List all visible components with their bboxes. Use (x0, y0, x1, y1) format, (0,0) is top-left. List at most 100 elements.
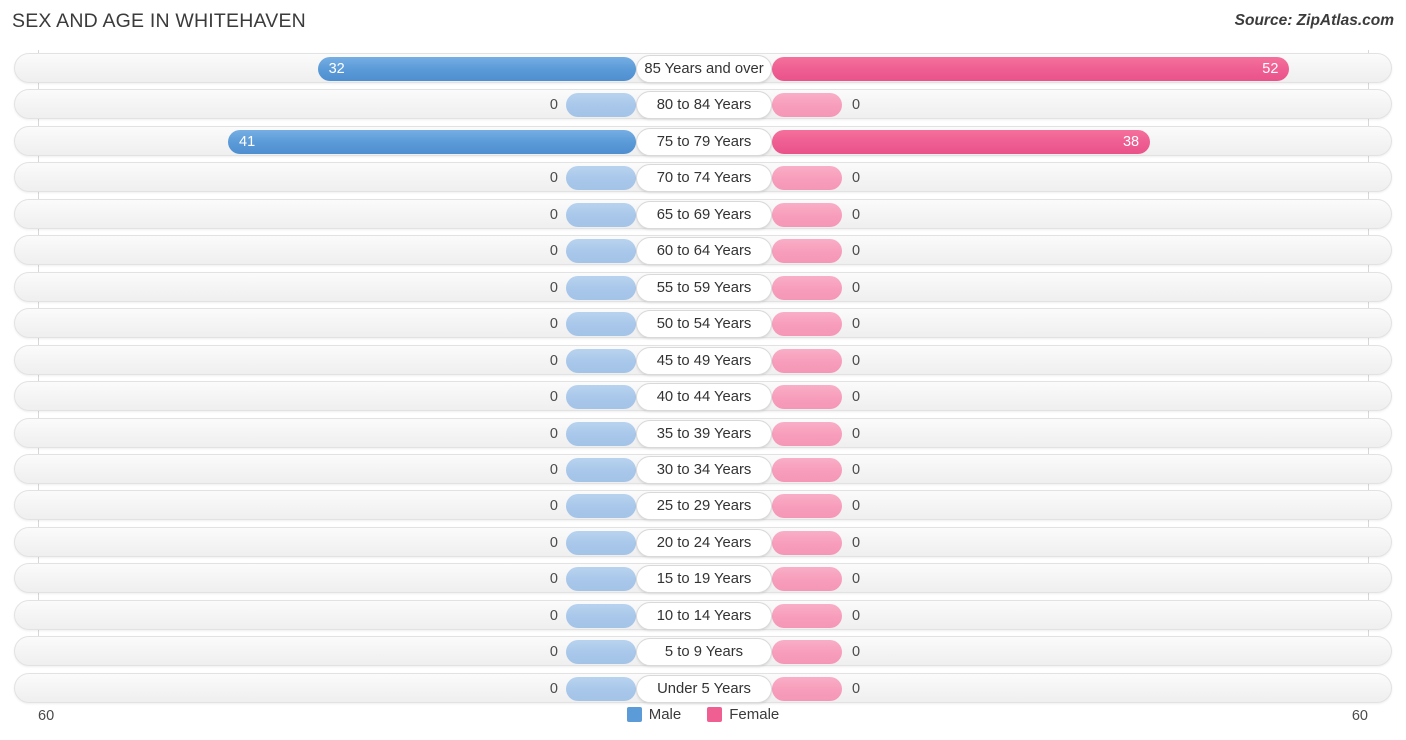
female-bar[interactable] (772, 93, 842, 118)
female-bar[interactable]: 38 (772, 129, 1151, 154)
legend-label-female: Female (729, 706, 780, 723)
female-bar[interactable] (772, 457, 842, 482)
age-group-label: 30 to 34 Years (636, 455, 772, 484)
male-bar[interactable] (566, 202, 636, 227)
female-value-label: 0 (852, 206, 861, 223)
male-value-label: 0 (549, 279, 558, 296)
male-value-label: 0 (549, 680, 558, 697)
male-value-label: 0 (549, 243, 558, 260)
age-group-label: 5 to 9 Years (636, 638, 772, 667)
male-bar[interactable] (566, 385, 636, 410)
female-bar[interactable] (772, 530, 842, 555)
male-bar[interactable] (566, 676, 636, 701)
table-row: 0 0 25 to 29 Years (14, 490, 1392, 521)
female-value-label: 0 (852, 316, 861, 333)
male-value-label: 41 (239, 133, 256, 150)
legend-item-female[interactable]: Female (707, 706, 779, 723)
female-bar[interactable] (772, 640, 842, 665)
female-value-label: 0 (852, 534, 861, 551)
female-bar[interactable] (772, 239, 842, 264)
female-value-label: 0 (852, 607, 861, 624)
male-value-label: 0 (549, 534, 558, 551)
table-row: 0 0 5 to 9 Years (14, 636, 1392, 667)
table-row: 0 0 55 to 59 Years (14, 271, 1392, 302)
age-group-label: 60 to 64 Years (636, 237, 772, 266)
legend-label-male: Male (648, 706, 682, 723)
female-bar[interactable] (772, 603, 842, 628)
legend-item-male[interactable]: Male (626, 706, 682, 723)
age-group-label: 10 to 14 Years (636, 601, 772, 630)
male-value-label: 0 (549, 170, 558, 187)
female-bar[interactable] (772, 567, 842, 592)
male-bar[interactable] (566, 640, 636, 665)
male-value-label: 32 (328, 61, 345, 77)
age-group-label: 55 to 59 Years (636, 273, 772, 302)
table-row: 32 52 85 Years and over (14, 53, 1392, 83)
male-bar[interactable] (566, 421, 636, 446)
female-value-label: 52 (1262, 61, 1279, 77)
male-bar[interactable] (566, 603, 636, 628)
female-value-label: 0 (852, 352, 861, 369)
male-bar[interactable]: 41 (228, 129, 636, 154)
male-bar[interactable] (566, 530, 636, 555)
female-value-label: 0 (852, 389, 861, 406)
female-bar[interactable] (772, 676, 842, 701)
age-group-label: 40 to 44 Years (636, 383, 772, 412)
age-group-label: 80 to 84 Years (636, 91, 772, 120)
male-value-label: 0 (549, 644, 558, 661)
male-value-label: 0 (549, 425, 558, 442)
age-group-label: 35 to 39 Years (636, 419, 772, 448)
age-group-label: 50 to 54 Years (636, 310, 772, 339)
female-value-label: 0 (852, 644, 861, 661)
female-bar[interactable] (772, 348, 842, 373)
legend-swatch-male-icon (626, 707, 642, 722)
female-value-label: 0 (852, 97, 861, 114)
legend-swatch-female-icon (707, 707, 723, 722)
male-bar[interactable] (566, 275, 636, 300)
male-bar[interactable] (566, 166, 636, 191)
male-bar[interactable] (566, 494, 636, 519)
female-bar[interactable] (772, 202, 842, 227)
male-bar[interactable] (566, 312, 636, 337)
male-bar[interactable]: 32 (317, 57, 636, 81)
table-row: 0 0 50 to 54 Years (14, 308, 1392, 339)
male-bar[interactable] (566, 457, 636, 482)
table-row: 0 0 45 to 49 Years (14, 344, 1392, 375)
female-value-label: 0 (852, 571, 861, 588)
table-row: 0 0 80 to 84 Years (14, 89, 1392, 120)
female-bar[interactable] (772, 275, 842, 300)
male-bar[interactable] (566, 93, 636, 118)
table-row: 0 0 15 to 19 Years (14, 563, 1392, 594)
age-group-label: 15 to 19 Years (636, 565, 772, 594)
male-bar[interactable] (566, 567, 636, 592)
age-group-label: 45 to 49 Years (636, 346, 772, 375)
female-value-label: 0 (852, 680, 861, 697)
age-group-label: 25 to 29 Years (636, 492, 772, 521)
male-value-label: 0 (549, 571, 558, 588)
table-row: 0 0 65 to 69 Years (14, 198, 1392, 229)
chart-page: SEX AND AGE IN WHITEHAVEN Source: ZipAtl… (0, 0, 1406, 740)
female-bar[interactable] (772, 312, 842, 337)
female-bar[interactable] (772, 166, 842, 191)
female-value-label: 0 (852, 461, 861, 478)
female-value-label: 0 (852, 170, 861, 187)
female-bar[interactable]: 52 (772, 57, 1290, 81)
chart-legend: Male Female (0, 706, 1406, 723)
female-bar[interactable] (772, 385, 842, 410)
male-value-label: 0 (549, 607, 558, 624)
female-value-label: 0 (852, 243, 861, 260)
female-bar[interactable] (772, 421, 842, 446)
male-bar[interactable] (566, 348, 636, 373)
male-value-label: 0 (549, 389, 558, 406)
male-value-label: 0 (549, 461, 558, 478)
male-bar[interactable] (566, 239, 636, 264)
age-group-label: Under 5 Years (636, 674, 772, 703)
male-value-label: 0 (549, 206, 558, 223)
male-value-label: 0 (549, 352, 558, 369)
table-row: 0 0 30 to 34 Years (14, 453, 1392, 484)
age-group-label: 75 to 79 Years (636, 127, 772, 156)
female-value-label: 38 (1122, 133, 1140, 150)
female-value-label: 0 (852, 279, 861, 296)
male-value-label: 0 (549, 498, 558, 515)
female-bar[interactable] (772, 494, 842, 519)
